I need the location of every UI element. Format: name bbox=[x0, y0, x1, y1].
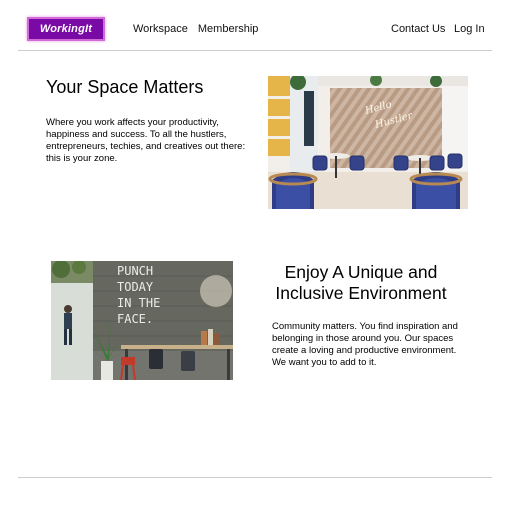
cafe-workspace-image: Hello Hustler bbox=[268, 76, 468, 209]
footer-divider bbox=[18, 477, 492, 478]
nav-login-link[interactable]: Log In bbox=[454, 23, 485, 35]
section-title-inclusive-environment: Enjoy A Unique and Inclusive Environment bbox=[275, 262, 447, 303]
primary-nav: Workspace Membership bbox=[133, 23, 258, 35]
logo-text: WorkingIt bbox=[39, 23, 93, 35]
wall-text-line-1: PUNCH bbox=[117, 264, 153, 278]
header-divider bbox=[18, 50, 492, 51]
section-title-space-matters: Your Space Matters bbox=[46, 77, 204, 97]
nav-membership-link[interactable]: Membership bbox=[198, 23, 259, 35]
nav-workspace-link[interactable]: Workspace bbox=[133, 23, 188, 35]
logo[interactable]: WorkingIt bbox=[27, 17, 105, 41]
punch-wall-workspace-image: PUNCH TODAY IN THE FACE. bbox=[51, 261, 233, 380]
wall-text-line-4: FACE. bbox=[117, 312, 153, 326]
section-body-inclusive-environment: Community matters. You find inspiration … bbox=[272, 321, 458, 368]
wall-text-line-3: IN THE bbox=[117, 296, 160, 310]
section-body-space-matters: Where you work affects your productivity… bbox=[46, 117, 246, 164]
wall-text-line-2: TODAY bbox=[117, 280, 154, 294]
nav-contact-link[interactable]: Contact Us bbox=[391, 23, 445, 35]
